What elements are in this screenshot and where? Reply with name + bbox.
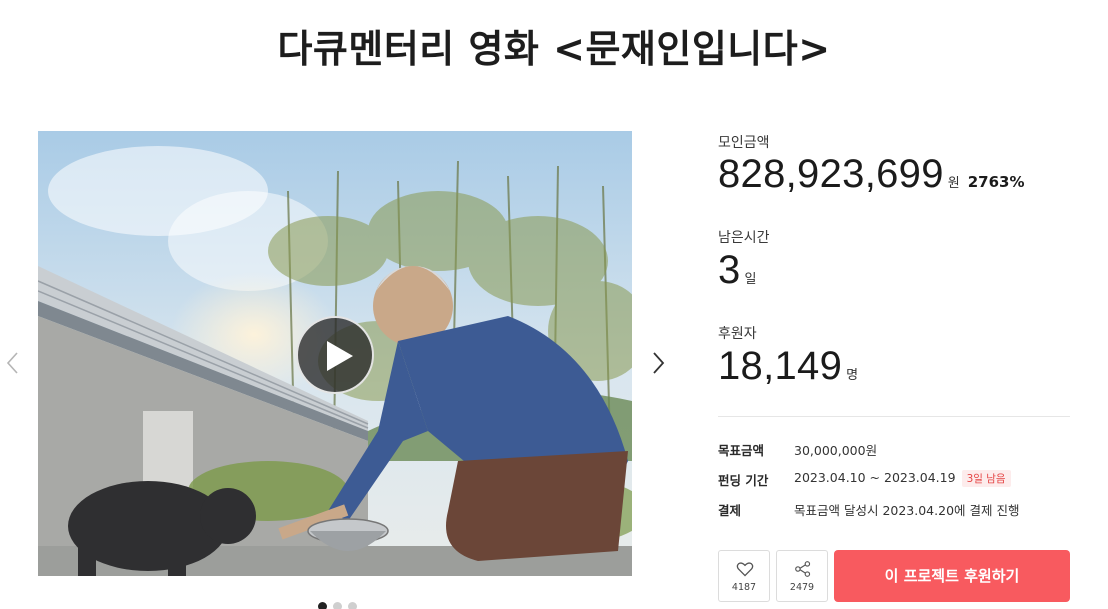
remaining-unit: 일 bbox=[744, 272, 757, 287]
goal-key: 목표금액 bbox=[718, 443, 765, 458]
supporters-row: 18,149 명 bbox=[718, 344, 858, 389]
support-project-button[interactable]: 이 프로젝트 후원하기 bbox=[834, 550, 1070, 602]
amount-row: 828,923,699 원 2763% bbox=[718, 152, 1025, 197]
heart-icon bbox=[736, 562, 754, 577]
carousel-prev-button[interactable] bbox=[4, 348, 24, 378]
carousel-dot-2[interactable] bbox=[333, 602, 342, 609]
remaining-row: 3일 bbox=[718, 248, 757, 293]
payment-value: 목표금액 달성시 2023.04.20에 결제 진행 bbox=[794, 503, 1020, 518]
amount-value: 828,923,699 bbox=[718, 152, 944, 196]
supporters-value: 18,149 bbox=[718, 344, 843, 388]
supporters-unit: 명 bbox=[846, 368, 859, 383]
amount-label: 모인금액 bbox=[718, 135, 770, 151]
carousel-pagination bbox=[318, 602, 357, 609]
play-icon bbox=[327, 341, 353, 371]
like-count: 4187 bbox=[731, 582, 757, 593]
payment-row: 결제 목표금액 달성시 2023.04.20에 결제 진행 bbox=[718, 500, 1070, 518]
chevron-right-icon bbox=[653, 352, 665, 374]
like-button[interactable]: 4187 bbox=[718, 550, 770, 602]
project-video-thumbnail[interactable] bbox=[38, 131, 632, 576]
remaining-label: 남은시간 bbox=[718, 230, 770, 246]
play-button[interactable] bbox=[296, 316, 374, 394]
share-button[interactable]: 2479 bbox=[776, 550, 828, 602]
period-value-wrap: 2023.04.10 ~ 2023.04.19 3일 남음 bbox=[794, 470, 1011, 487]
amount-unit: 원 bbox=[947, 176, 960, 191]
divider bbox=[718, 416, 1070, 417]
page-title: 다큐멘터리 영화 <문재인입니다> bbox=[277, 27, 831, 71]
payment-key: 결제 bbox=[718, 503, 742, 518]
goal-value: 30,000,000원 bbox=[794, 443, 878, 458]
share-count: 2479 bbox=[789, 582, 815, 593]
percent-achieved: 2763% bbox=[967, 173, 1025, 191]
carousel-dot-3[interactable] bbox=[348, 602, 357, 609]
share-icon bbox=[795, 561, 811, 577]
days-left-badge: 3일 남음 bbox=[961, 470, 1011, 487]
period-key: 펀딩 기간 bbox=[718, 473, 769, 488]
period-value: 2023.04.10 ~ 2023.04.19 bbox=[794, 470, 956, 485]
chevron-left-icon bbox=[6, 352, 18, 374]
supporters-label: 후원자 bbox=[718, 326, 757, 342]
remaining-value: 3 bbox=[718, 248, 741, 292]
carousel-dot-1[interactable] bbox=[318, 602, 327, 609]
goal-row: 목표금액 30,000,000원 bbox=[718, 440, 1070, 458]
carousel-next-button[interactable] bbox=[649, 348, 669, 378]
period-row: 펀딩 기간 2023.04.10 ~ 2023.04.19 3일 남음 bbox=[718, 470, 1070, 488]
